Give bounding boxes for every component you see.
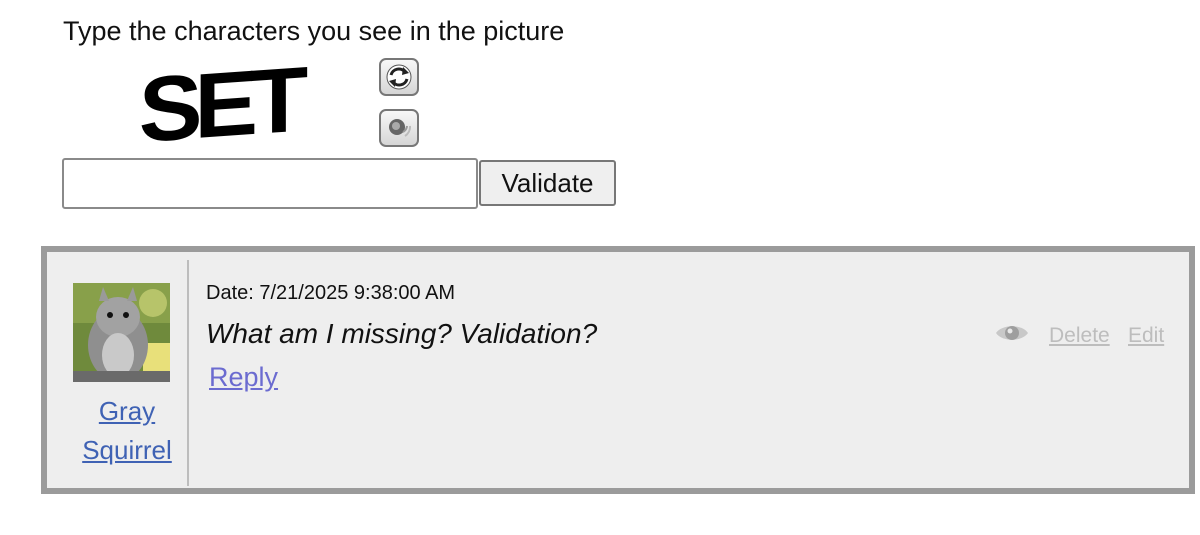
captcha-refresh-button[interactable]	[379, 58, 419, 96]
edit-link[interactable]: Edit	[1128, 324, 1164, 348]
captcha-input[interactable]	[62, 158, 478, 209]
speaker-icon	[389, 119, 412, 137]
captcha-image: SET	[139, 58, 308, 154]
comment-date: Date: 7/21/2025 9:38:00 AM	[206, 282, 456, 304]
captcha-characters: SET	[139, 58, 308, 154]
reply-link[interactable]: Reply	[209, 362, 278, 393]
delete-link[interactable]: Delete	[1049, 324, 1110, 348]
eye-icon[interactable]	[995, 322, 1029, 344]
author-column: Gray Squirrel	[47, 260, 189, 486]
captcha-audio-button[interactable]	[379, 109, 419, 147]
author-link[interactable]: Gray Squirrel	[47, 392, 207, 470]
comment-text: What am I missing? Validation?	[206, 318, 598, 349]
comment-panel: Gray Squirrel Date: 7/21/2025 9:38:00 AM …	[41, 246, 1195, 494]
avatar[interactable]	[73, 283, 170, 382]
captcha-prompt: Type the characters you see in the pictu…	[63, 16, 565, 46]
refresh-icon	[386, 64, 412, 90]
validate-button[interactable]: Validate	[479, 160, 616, 206]
